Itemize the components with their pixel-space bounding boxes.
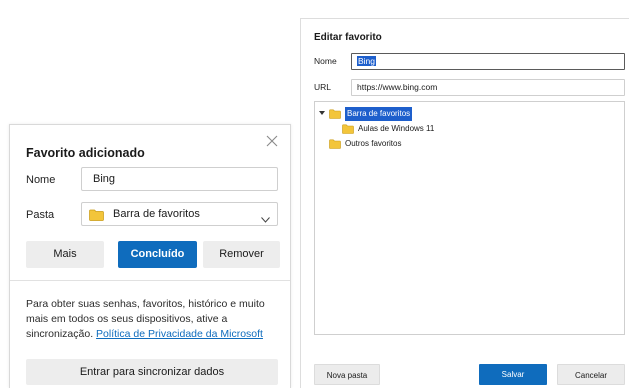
folder-select-value: Barra de favoritos <box>113 208 200 220</box>
close-icon-glyph <box>266 135 278 147</box>
name-field-value: Bing <box>357 56 377 66</box>
divider <box>10 280 290 281</box>
favorite-added-dialog: Favorito adicionado Nome Bing Pasta Barr… <box>9 124 291 388</box>
folder-tree: Barra de favoritos Aulas de Windows 11 O… <box>314 101 625 335</box>
folder-icon <box>329 109 341 124</box>
more-button[interactable]: Mais <box>26 241 104 268</box>
done-button[interactable]: Concluído <box>118 241 197 268</box>
name-field[interactable]: Bing <box>351 53 625 70</box>
expand-arrow-icon[interactable] <box>319 110 325 118</box>
name-label: Nome <box>26 174 56 186</box>
name-label: Nome <box>314 56 337 66</box>
folder-icon <box>89 208 104 226</box>
new-folder-button[interactable]: Nova pasta <box>314 364 380 385</box>
cancel-button[interactable]: Cancelar <box>557 364 625 385</box>
url-field[interactable]: https://www.bing.com <box>351 79 625 96</box>
tree-item-label: Outros favoritos <box>345 139 402 148</box>
url-label: URL <box>314 82 332 92</box>
save-button[interactable]: Salvar <box>479 364 547 385</box>
remove-button[interactable]: Remover <box>203 241 280 268</box>
chevron-down-icon <box>261 210 270 223</box>
sync-button[interactable]: Entrar para sincronizar dados <box>26 359 278 385</box>
dialog-title: Favorito adicionado <box>26 146 145 160</box>
edit-favorite-dialog: Editar favorito Nome Bing URL https://ww… <box>300 18 629 388</box>
tree-item-label: Aulas de Windows 11 <box>358 124 435 133</box>
name-input[interactable]: Bing <box>81 167 278 191</box>
tree-item-label: Barra de favoritos <box>345 107 413 121</box>
folder-select[interactable]: Barra de favoritos <box>81 202 278 226</box>
folder-icon <box>329 139 341 154</box>
privacy-link[interactable]: Política de Privacidade da Microsoft <box>96 328 263 340</box>
dialog-title: Editar favorito <box>314 32 382 43</box>
close-icon[interactable] <box>264 135 280 151</box>
folder-label: Pasta <box>26 209 55 221</box>
sync-description: Para obter suas senhas, favoritos, histó… <box>26 297 281 342</box>
